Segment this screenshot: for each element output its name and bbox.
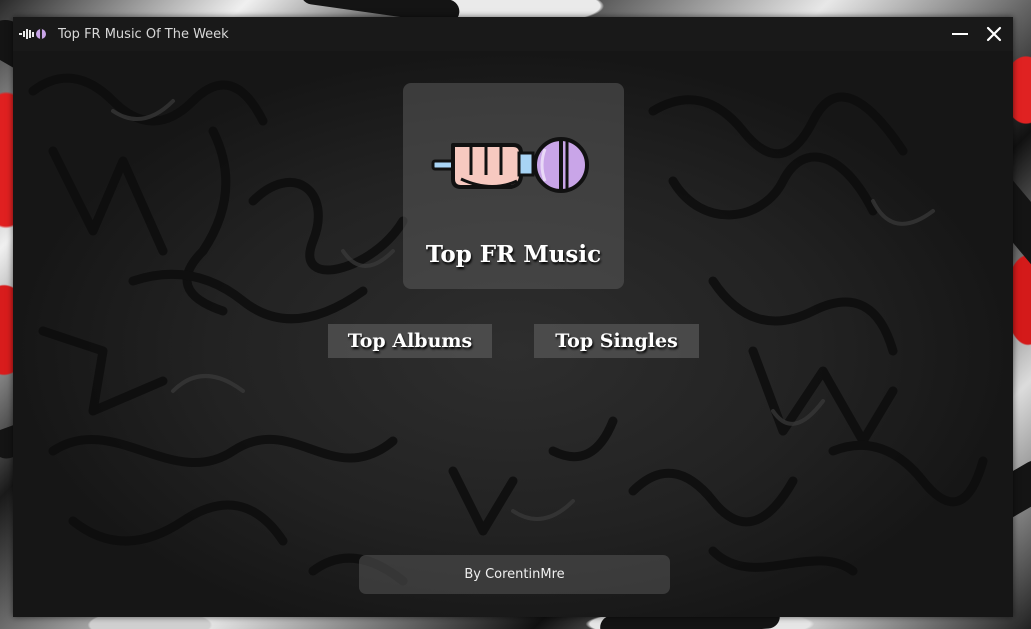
top-albums-button[interactable]: Top Albums <box>328 324 492 358</box>
app-window: Top FR Music Of The Week Top FR Music To… <box>13 17 1013 617</box>
close-button[interactable] <box>977 17 1011 51</box>
author-credit-label: By CorentinMre <box>464 567 565 582</box>
close-icon <box>986 26 1002 42</box>
window-title: Top FR Music Of The Week <box>58 26 229 42</box>
top-singles-button[interactable]: Top Singles <box>534 324 699 358</box>
author-credit: By CorentinMre <box>359 555 670 594</box>
hand-microphone-icon <box>431 137 589 193</box>
minimize-button[interactable] <box>943 17 977 51</box>
main-content: Top FR Music Top Albums Top Singles By C… <box>13 51 1013 617</box>
title-bar[interactable]: Top FR Music Of The Week <box>13 17 1013 51</box>
app-title: Top FR Music <box>425 241 602 268</box>
logo-card: Top FR Music <box>403 83 624 289</box>
minimize-icon <box>952 33 968 35</box>
soundwave-logo-icon <box>19 26 47 42</box>
